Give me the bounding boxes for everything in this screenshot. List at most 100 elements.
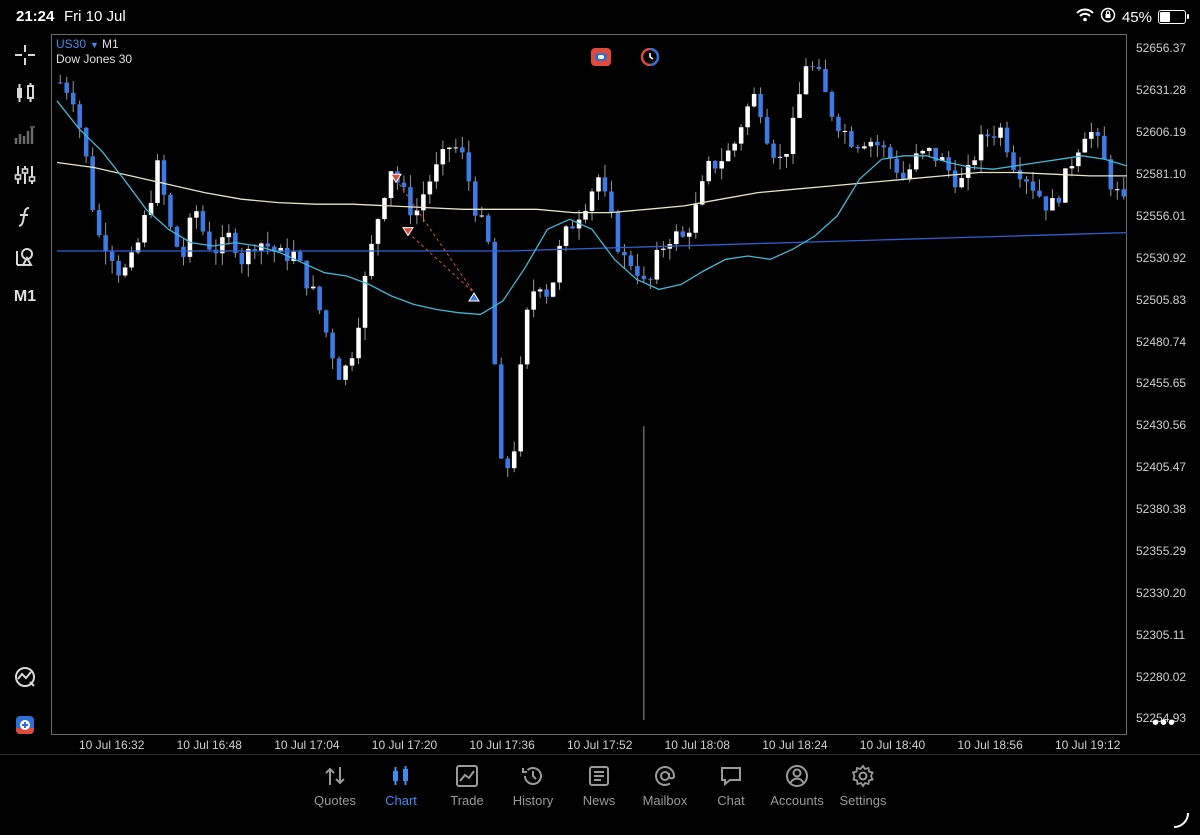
- indicators-icon[interactable]: [10, 120, 40, 150]
- candle-bear: [498, 364, 504, 459]
- tab-label: History: [512, 793, 554, 808]
- price-tick-label: 52606.19: [1136, 125, 1187, 140]
- price-tick-label: 52355.29: [1136, 543, 1187, 558]
- candle-bull: [732, 143, 737, 151]
- symbol-description: Dow Jones 30: [56, 52, 133, 66]
- candle-bull: [1082, 138, 1088, 153]
- more-options-icon[interactable]: •••: [1152, 712, 1176, 735]
- chat-icon: [721, 767, 741, 787]
- candle-bear: [64, 82, 69, 93]
- candle-bear: [103, 235, 108, 252]
- price-tick-label: 52505.83: [1136, 292, 1187, 307]
- candle-bear: [680, 231, 686, 237]
- time-tick-label: 10 Jul 16:32: [79, 738, 145, 752]
- symbol-header[interactable]: US30 ▼ M1: [56, 37, 119, 51]
- depth-of-market-icon[interactable]: [640, 47, 660, 67]
- candle-bear: [109, 251, 115, 261]
- candle-bull: [661, 248, 666, 250]
- candle-bull: [518, 364, 523, 452]
- candle-bear: [408, 187, 413, 216]
- candle-bull: [978, 134, 984, 161]
- tab-settings[interactable]: Settings: [828, 763, 898, 808]
- time-tick-label: 10 Jul 17:04: [274, 738, 340, 752]
- candle-bull: [784, 153, 789, 157]
- timeframe-label[interactable]: M1: [10, 282, 40, 312]
- sell-marker[interactable]: [402, 227, 414, 237]
- price-tick-label: 52430.56: [1136, 418, 1187, 433]
- one-click-trading-icon[interactable]: [591, 48, 611, 66]
- candlestick-chart[interactable]: [51, 34, 1127, 735]
- price-tick-label: 52556.01: [1136, 208, 1187, 223]
- price-tick-label: 52530.92: [1136, 250, 1187, 265]
- orientation-lock-icon: [1100, 7, 1116, 27]
- tab-label: Trade: [450, 793, 484, 808]
- candle-bear: [641, 275, 647, 280]
- symbol-timeframe: M1: [101, 37, 119, 51]
- candle-bear: [570, 226, 575, 229]
- candle-bear: [77, 104, 82, 128]
- time-axis[interactable]: 10 Jul 16:32 10 Jul 16:48 10 Jul 17:04 10 J…: [51, 735, 1127, 755]
- tab-accounts[interactable]: Accounts: [762, 763, 832, 808]
- candle-bull: [777, 156, 783, 158]
- candle-bear: [1121, 189, 1127, 197]
- candlestick-icon[interactable]: [10, 78, 40, 108]
- price-axis[interactable]: 52656.37 52631.28 52606.19 52581.10 52556.01…: [1127, 34, 1200, 735]
- candle-bear: [1108, 159, 1114, 190]
- candle-bull: [414, 210, 420, 216]
- time-tick-label: 10 Jul 18:56: [957, 738, 1023, 752]
- function-icon[interactable]: [10, 202, 40, 232]
- wifi-icon: [1076, 8, 1094, 26]
- price-tick-label: 52380.38: [1136, 502, 1187, 517]
- candle-bear: [615, 212, 621, 252]
- tab-quotes[interactable]: Quotes: [300, 763, 370, 808]
- tab-label: Accounts: [770, 793, 824, 808]
- chevron-down-icon: ▼: [90, 40, 99, 50]
- trading-signals-icon[interactable]: [10, 662, 40, 692]
- tab-mailbox[interactable]: Mailbox: [630, 763, 700, 808]
- candle-bear: [622, 251, 627, 256]
- candle-bear: [83, 127, 89, 157]
- candle-bull: [382, 198, 387, 220]
- candle-bull: [693, 204, 699, 233]
- tab-label: Quotes: [314, 793, 356, 808]
- objects-icon[interactable]: [10, 242, 40, 272]
- candle-bear: [875, 141, 880, 146]
- resize-handle-icon[interactable]: [1172, 811, 1190, 829]
- price-tick-label: 52305.11: [1136, 627, 1186, 642]
- candle-bear: [336, 358, 342, 380]
- settings-sliders-icon[interactable]: [10, 160, 40, 190]
- candle-bear: [323, 310, 329, 333]
- candle-bear: [485, 215, 491, 242]
- price-tick-label: 52480.74: [1136, 334, 1187, 349]
- tab-chart[interactable]: Chart: [366, 763, 436, 808]
- quotes-icon: [325, 767, 345, 785]
- tab-history[interactable]: History: [498, 763, 568, 808]
- candle-bull: [1089, 132, 1094, 139]
- candle-bear: [330, 332, 335, 359]
- tab-news[interactable]: News: [564, 763, 634, 808]
- candle-bear: [161, 160, 167, 195]
- candle-bull: [310, 286, 316, 289]
- candle-bull: [719, 161, 724, 169]
- candle-bear: [758, 93, 763, 118]
- candle-bear: [764, 117, 770, 144]
- crosshair-icon[interactable]: [10, 40, 40, 70]
- candle-bull: [745, 106, 750, 128]
- candle-bull: [537, 289, 543, 292]
- new-order-icon[interactable]: [10, 710, 40, 740]
- tab-trade[interactable]: Trade: [432, 763, 502, 808]
- candle-bull: [790, 117, 796, 154]
- candle-bull: [1076, 152, 1081, 167]
- candle-bear: [991, 136, 997, 138]
- candle-bull: [122, 267, 128, 276]
- candle-bear: [823, 68, 828, 93]
- price-tick-label: 52330.20: [1136, 585, 1187, 600]
- candle-bear: [855, 146, 861, 149]
- candle-bear: [810, 66, 815, 68]
- candle-bear: [239, 252, 245, 265]
- candle-bull: [862, 146, 867, 149]
- tab-chat[interactable]: Chat: [696, 763, 766, 808]
- buy-marker[interactable]: [468, 292, 480, 302]
- time-tick-label: 10 Jul 18:08: [664, 738, 730, 752]
- candle-bear: [894, 158, 900, 173]
